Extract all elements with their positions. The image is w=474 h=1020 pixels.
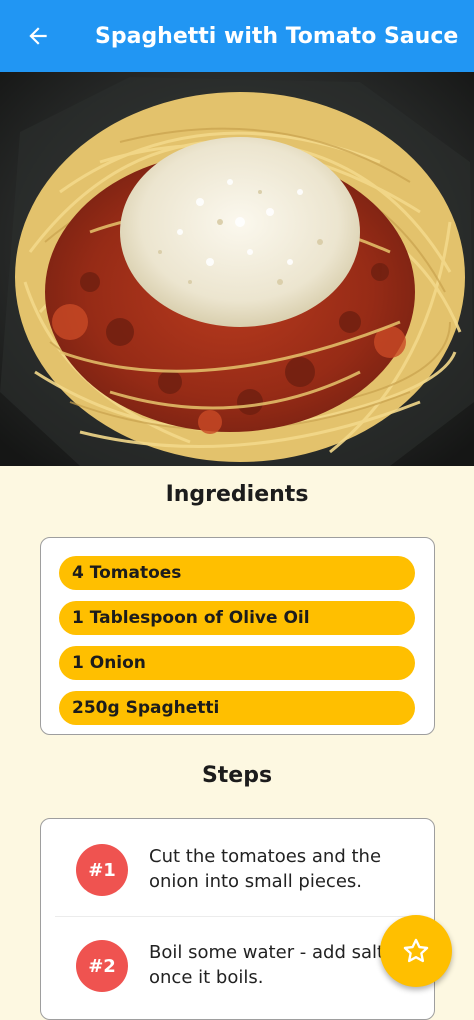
ingredient-item: 4 Tomatoes — [59, 556, 415, 590]
back-button[interactable] — [18, 16, 58, 56]
star-outline-icon — [403, 938, 429, 963]
page-title: Spaghetti with Tomato Sauce — [95, 23, 459, 49]
arrow-left-icon — [29, 27, 47, 45]
steps-card[interactable]: #1 Cut the tomatoes and the onion into s… — [40, 818, 435, 1020]
ingredient-item: 1 Tablespoon of Olive Oil — [59, 601, 415, 635]
step-item: #1 Cut the tomatoes and the onion into s… — [41, 819, 434, 915]
app-bar: Spaghetti with Tomato Sauce — [0, 0, 474, 72]
ingredients-card: 4 Tomatoes 1 Tablespoon of Olive Oil 1 O… — [40, 537, 435, 735]
ingredient-item: 1 Onion — [59, 646, 415, 680]
step-number-badge: #1 — [76, 844, 128, 896]
ingredient-item: 250g Spaghetti — [59, 691, 415, 725]
steps-heading: Steps — [201, 763, 273, 788]
step-text: Cut the tomatoes and the onion into smal… — [149, 846, 382, 892]
ingredient-list[interactable]: 4 Tomatoes 1 Tablespoon of Olive Oil 1 O… — [59, 556, 415, 734]
step-number-badge: #2 — [76, 940, 128, 992]
favorite-button[interactable] — [380, 915, 452, 987]
ingredients-heading: Ingredients — [165, 482, 309, 507]
meal-image — [0, 72, 474, 466]
step-item: #2 Boil some water - add salt to it once… — [41, 915, 434, 1011]
